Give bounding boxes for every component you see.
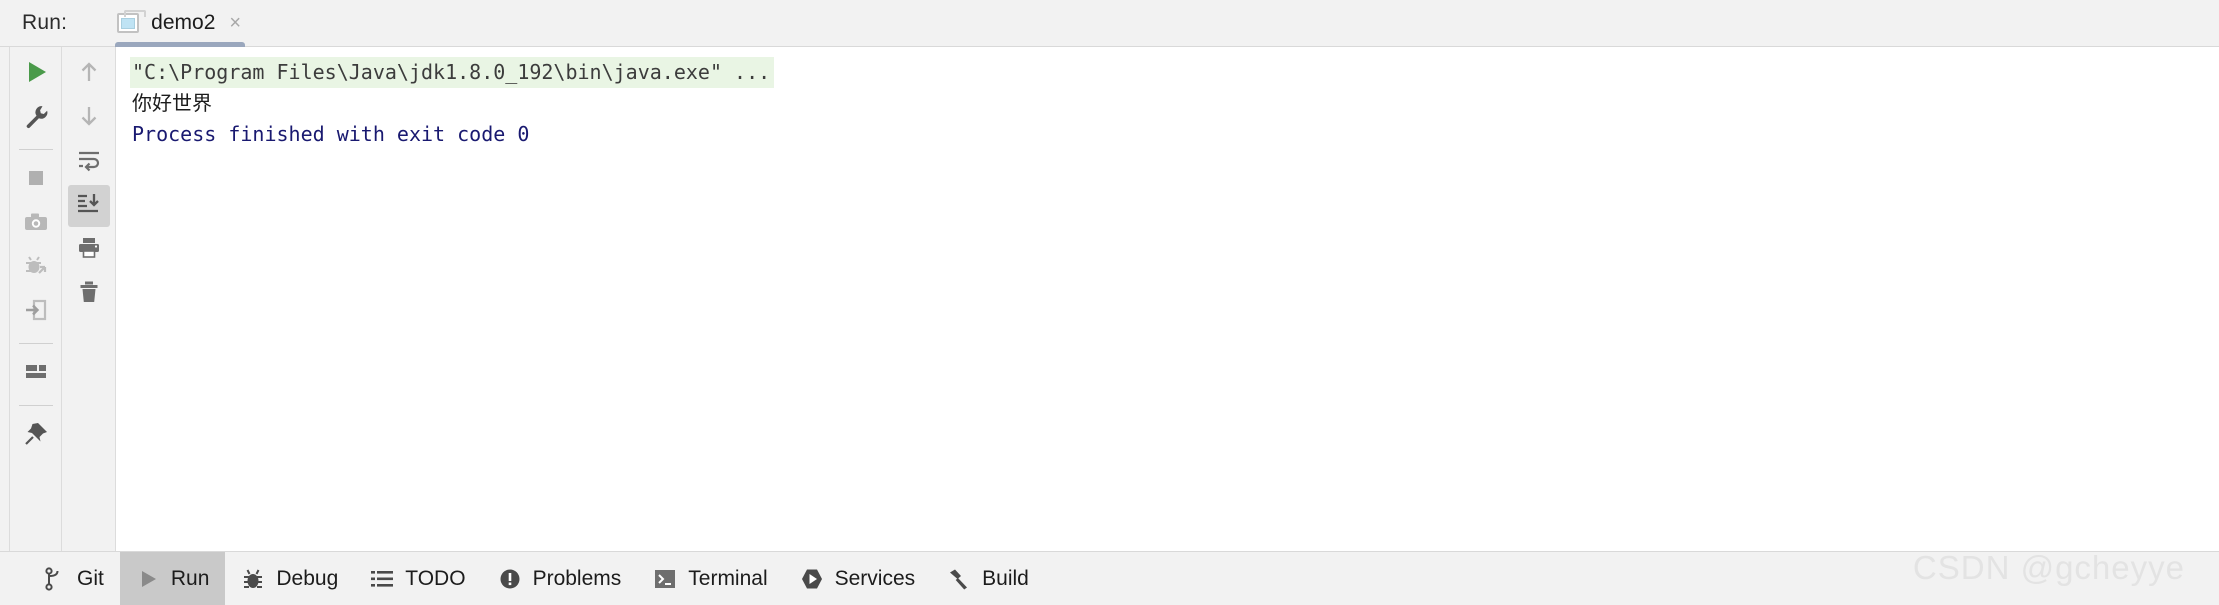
layout-grid-icon [23, 359, 49, 390]
export-arrow-icon [23, 297, 49, 328]
tab-active-indicator [115, 41, 246, 47]
idea-run-tool-window: Run: demo2 × "C:\Program Files\Java\jdk1… [0, 0, 2219, 605]
rerun-button[interactable] [15, 53, 57, 95]
status-build[interactable]: Build [931, 552, 1045, 605]
stop-square-icon [23, 165, 49, 196]
soft-wrap-icon [76, 147, 102, 178]
status-services-label: Services [834, 566, 916, 590]
tab-label: demo2 [151, 11, 216, 34]
status-terminal-label: Terminal [688, 566, 768, 590]
layout-button[interactable] [15, 353, 57, 395]
play-hexagon-icon [800, 567, 824, 591]
play-icon [23, 59, 49, 90]
snapshot-button[interactable] [15, 203, 57, 245]
console-output[interactable]: "C:\Program Files\Java\jdk1.8.0_192\bin\… [116, 47, 2219, 551]
status-build-label: Build [982, 566, 1029, 590]
printer-icon [76, 235, 102, 266]
left-gutter [0, 47, 10, 551]
status-problems[interactable]: Problems [482, 552, 638, 605]
terminal-icon [653, 567, 677, 591]
thread-dump-button[interactable] [15, 291, 57, 333]
list-icon [370, 567, 394, 591]
scroll-to-end-button[interactable] [67, 185, 110, 227]
edit-configurations-button[interactable] [15, 97, 57, 139]
run-tool-window-title: Run: [22, 11, 68, 34]
status-services[interactable]: Services [784, 552, 932, 605]
run-tool-window-body: "C:\Program Files\Java\jdk1.8.0_192\bin\… [0, 47, 2219, 551]
status-git[interactable]: Git [26, 552, 120, 605]
pin-tab-button[interactable] [15, 415, 57, 457]
status-git-label: Git [77, 566, 104, 590]
status-problems-label: Problems [532, 566, 622, 590]
status-todo[interactable]: TODO [354, 552, 481, 605]
bug-arrow-icon [23, 253, 49, 284]
console-line-command: "C:\Program Files\Java\jdk1.8.0_192\bin\… [130, 57, 775, 88]
print-button[interactable] [68, 229, 110, 271]
tool-window-status-bar: Git Run Debug TODO Problems Terminal Ser… [0, 551, 2219, 605]
status-run-label: Run [170, 566, 210, 590]
run-configuration-icon [117, 10, 147, 33]
clear-all-button[interactable] [68, 273, 110, 315]
close-icon[interactable]: × [229, 13, 241, 33]
trash-icon [76, 279, 102, 310]
console-actions-toolbar [62, 47, 116, 551]
hammer-icon [947, 567, 971, 591]
status-terminal[interactable]: Terminal [637, 552, 783, 605]
branch-icon [42, 566, 66, 591]
wrench-icon [23, 103, 49, 134]
status-run[interactable]: Run [119, 551, 226, 605]
arrow-down-icon [76, 103, 102, 134]
prev-occurrence-button[interactable] [68, 53, 110, 95]
camera-icon [23, 209, 49, 240]
status-todo-label: TODO [405, 566, 466, 590]
scroll-to-end-icon [76, 191, 102, 222]
run-tool-window-header: Run: demo2 × [0, 0, 2219, 47]
run-actions-toolbar [10, 47, 62, 551]
status-debug-label: Debug [276, 566, 339, 590]
next-occurrence-button[interactable] [68, 97, 110, 139]
status-debug[interactable]: Debug [225, 552, 354, 605]
play-icon [136, 567, 160, 591]
soft-wrap-button[interactable] [68, 141, 110, 183]
pin-icon [23, 421, 49, 452]
stop-button[interactable] [15, 159, 57, 201]
console-line-program-output: 你好世界 [132, 91, 212, 115]
toolbar-separator [18, 343, 53, 344]
toolbar-separator [18, 149, 53, 150]
tab-demo2[interactable]: demo2 × [109, 0, 251, 47]
bug-icon [241, 567, 265, 591]
arrow-up-icon [76, 59, 102, 90]
console-line-exit-status: Process finished with exit code 0 [132, 122, 530, 146]
exclamation-circle-icon [498, 567, 522, 591]
attach-debugger-button[interactable] [15, 247, 57, 289]
toolbar-separator [18, 405, 53, 406]
